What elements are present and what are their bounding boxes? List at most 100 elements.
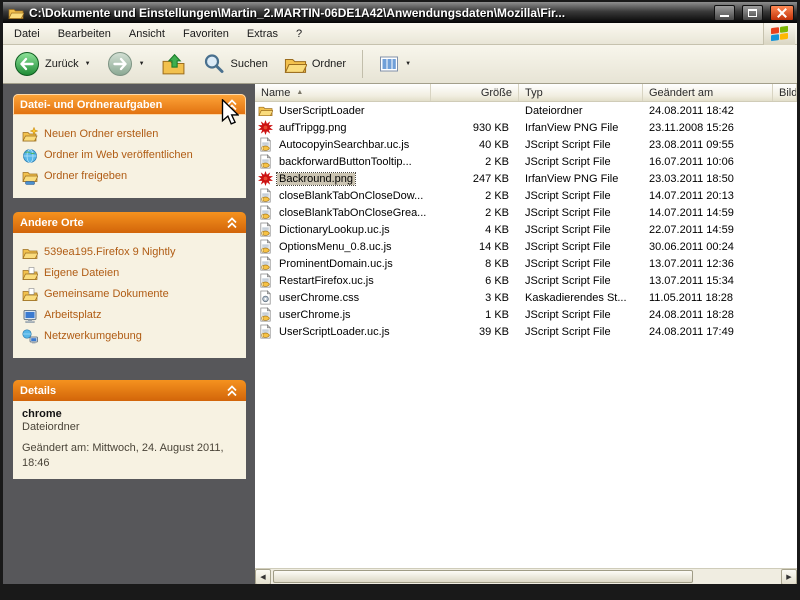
file-row[interactable]: closeBlankTabOnCloseGrea... 2 KB JScript… — [255, 204, 797, 221]
file-type: IrfanView PNG File — [519, 173, 643, 185]
horizontal-scrollbar[interactable]: ◀ ▶ — [255, 568, 797, 584]
folders-icon — [284, 53, 307, 76]
file-name[interactable]: closeBlankTabOnCloseGrea... — [277, 207, 428, 219]
close-button[interactable] — [770, 5, 794, 21]
views-dropdown-icon[interactable]: ▼ — [405, 61, 411, 67]
folders-label: Ordner — [312, 58, 346, 70]
up-button[interactable] — [158, 50, 189, 79]
jscript-icon — [258, 273, 273, 288]
forward-button[interactable]: ▼ — [104, 49, 148, 79]
views-button[interactable]: ▼ — [376, 52, 414, 76]
menu-bearbeiten[interactable]: Bearbeiten — [49, 25, 120, 43]
file-row[interactable]: UserScriptLoader Dateiordner 24.08.2011 … — [255, 102, 797, 119]
file-row[interactable]: userChrome.js 1 KB JScript Script File 2… — [255, 306, 797, 323]
file-row[interactable]: ProminentDomain.uc.js 8 KB JScript Scrip… — [255, 255, 797, 272]
file-name[interactable]: aufTripgg.png — [277, 122, 348, 134]
column-header-modified[interactable]: Geändert am — [643, 84, 773, 101]
file-size: 8 KB — [431, 258, 519, 270]
views-icon — [379, 54, 399, 74]
menu-items: DateiBearbeitenAnsichtFavoritenExtras? — [5, 25, 311, 43]
section-header-file-tasks[interactable]: Datei- und Ordneraufgaben — [13, 94, 246, 115]
file-modified: 22.07.2011 14:59 — [643, 224, 773, 236]
toolbar: Zurück ▼ ▼ Suchen Ordner — [3, 45, 797, 84]
menu-favoriten[interactable]: Favoriten — [174, 25, 238, 43]
sidebar-item[interactable]: Ordner im Web veröffentlichen — [22, 148, 237, 164]
file-name[interactable]: DictionaryLookup.uc.js — [277, 224, 392, 236]
back-button[interactable]: Zurück ▼ — [11, 49, 94, 79]
file-row[interactable]: UserScriptLoader.uc.js 39 KB JScript Scr… — [255, 323, 797, 340]
file-row[interactable]: Backround.png 247 KB IrfanView PNG File … — [255, 170, 797, 187]
sidebar-item[interactable]: Neuen Ordner erstellen — [22, 127, 237, 143]
file-modified: 11.05.2011 18:28 — [643, 292, 773, 304]
file-row[interactable]: OptionsMenu_0.8.uc.js 14 KB JScript Scri… — [255, 238, 797, 255]
file-size: 2 KB — [431, 207, 519, 219]
file-size: 4 KB — [431, 224, 519, 236]
maximize-button[interactable] — [742, 5, 763, 21]
section-header-other-places[interactable]: Andere Orte — [13, 212, 246, 233]
menu-extras[interactable]: Extras — [238, 25, 287, 43]
folders-button[interactable]: Ordner — [281, 51, 349, 78]
column-header-name[interactable]: Name ▲ — [255, 84, 431, 101]
sidebar-item[interactable]: 539ea195.Firefox 9 Nightly — [22, 245, 237, 261]
file-type: JScript Script File — [519, 207, 643, 219]
file-row[interactable]: backforwardButtonTooltip... 2 KB JScript… — [255, 153, 797, 170]
up-folder-icon — [161, 52, 186, 77]
back-dropdown-icon[interactable]: ▼ — [85, 61, 91, 67]
file-name[interactable]: OptionsMenu_0.8.uc.js — [277, 241, 394, 253]
file-row[interactable]: userChrome.css 3 KB Kaskadierendes St...… — [255, 289, 797, 306]
sidebar-item[interactable]: Arbeitsplatz — [22, 308, 237, 324]
scrollbar-thumb[interactable] — [273, 570, 693, 583]
sidebar-item[interactable]: Ordner freigeben — [22, 169, 237, 185]
file-type: JScript Script File — [519, 275, 643, 287]
menu-ansicht[interactable]: Ansicht — [120, 25, 174, 43]
irfanview-icon — [258, 171, 273, 186]
toolbar-separator — [362, 50, 363, 78]
file-modified: 23.11.2008 15:26 — [643, 122, 773, 134]
file-name[interactable]: AutocopyinSearchbar.uc.js — [277, 139, 411, 151]
search-button[interactable]: Suchen — [199, 50, 271, 78]
sort-ascending-icon: ▲ — [296, 89, 303, 96]
sidebar-item[interactable]: Netzwerkumgebung — [22, 329, 237, 345]
file-name[interactable]: closeBlankTabOnCloseDow... — [277, 190, 425, 202]
sidebar-item[interactable]: Gemeinsame Dokumente — [22, 287, 237, 303]
column-header-size[interactable]: Größe — [431, 84, 519, 101]
file-name[interactable]: userChrome.css — [277, 292, 361, 304]
file-modified: 24.08.2011 18:28 — [643, 309, 773, 321]
menu-bar: DateiBearbeitenAnsichtFavoritenExtras? — [3, 23, 797, 45]
sidebar-item[interactable]: Eigene Dateien — [22, 266, 237, 282]
jscript-icon — [258, 188, 273, 203]
globe-icon — [22, 148, 38, 164]
sidebar-section-details: Details chrome Dateiordner Geändert am: … — [13, 380, 246, 479]
file-name[interactable]: ProminentDomain.uc.js — [277, 258, 395, 270]
file-name[interactable]: UserScriptLoader — [277, 105, 367, 117]
file-row[interactable]: RestartFirefox.uc.js 6 KB JScript Script… — [255, 272, 797, 289]
file-type: JScript Script File — [519, 139, 643, 151]
menu-datei[interactable]: Datei — [5, 25, 49, 43]
task-pane: Datei- und Ordneraufgaben Neuen Ordner e… — [3, 84, 255, 584]
file-name[interactable]: RestartFirefox.uc.js — [277, 275, 376, 287]
file-name[interactable]: Backround.png — [277, 173, 355, 185]
file-type: JScript Script File — [519, 190, 643, 202]
file-row[interactable]: DictionaryLookup.uc.js 4 KB JScript Scri… — [255, 221, 797, 238]
minimize-button[interactable] — [714, 5, 735, 21]
scroll-left-button[interactable]: ◀ — [255, 569, 271, 585]
file-name[interactable]: userChrome.js — [277, 309, 353, 321]
file-name[interactable]: UserScriptLoader.uc.js — [277, 326, 392, 338]
sidebar-section-other-places: Andere Orte 539ea195.Firefox 9 Nightly E… — [13, 212, 246, 358]
details-folder-name: chrome — [22, 408, 237, 420]
file-row[interactable]: closeBlankTabOnCloseDow... 2 KB JScript … — [255, 187, 797, 204]
file-size: 2 KB — [431, 156, 519, 168]
menu-hilfe[interactable]: ? — [287, 25, 311, 43]
column-header-bild[interactable]: Bild — [773, 84, 797, 101]
file-name[interactable]: backforwardButtonTooltip... — [277, 156, 414, 168]
scroll-right-button[interactable]: ▶ — [781, 569, 797, 585]
file-row[interactable]: aufTripgg.png 930 KB IrfanView PNG File … — [255, 119, 797, 136]
file-row[interactable]: AutocopyinSearchbar.uc.js 40 KB JScript … — [255, 136, 797, 153]
search-icon — [202, 52, 226, 76]
file-type: JScript Script File — [519, 224, 643, 236]
forward-dropdown-icon[interactable]: ▼ — [139, 61, 145, 67]
folder-icon — [258, 103, 273, 118]
section-header-details[interactable]: Details — [13, 380, 246, 401]
details-modified: Geändert am: Mittwoch, 24. August 2011, … — [22, 441, 237, 471]
column-header-type[interactable]: Typ — [519, 84, 643, 101]
